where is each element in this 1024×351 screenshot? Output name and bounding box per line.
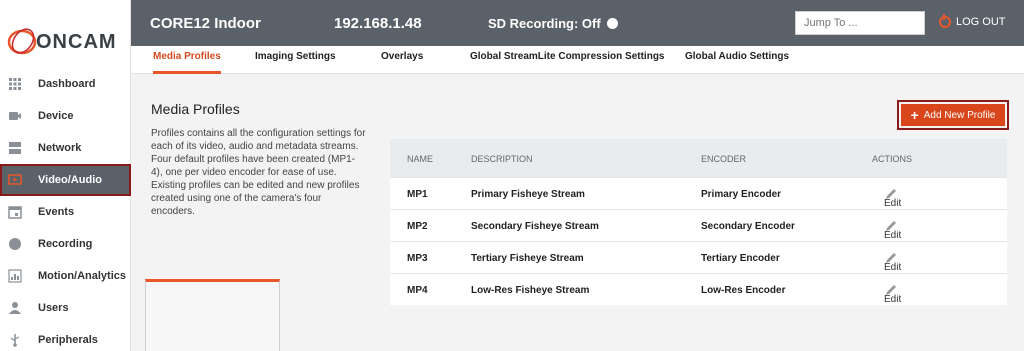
cell-description: Low-Res Fisheye Stream bbox=[471, 285, 590, 296]
cell-description: Tertiary Fisheye Stream bbox=[471, 253, 584, 264]
edit-link[interactable]: Edit bbox=[884, 251, 901, 273]
plus-icon: + bbox=[910, 107, 919, 123]
add-button-highlight: + Add New Profile bbox=[897, 100, 1009, 130]
device-ip: 192.168.1.48 bbox=[334, 15, 422, 32]
recording-icon bbox=[9, 238, 21, 250]
cell-description: Secondary Fisheye Stream bbox=[471, 221, 599, 232]
edit-link[interactable]: Edit bbox=[884, 187, 901, 209]
sidebar-item-label: Network bbox=[38, 142, 82, 154]
sidebar-item-label: Motion/Analytics bbox=[38, 270, 127, 282]
sidebar-item-dashboard[interactable]: Dashboard bbox=[0, 68, 131, 100]
cell-encoder: Tertiary Encoder bbox=[701, 253, 780, 264]
sd-recording-toggle-icon[interactable] bbox=[606, 18, 618, 29]
logo-swirl-icon bbox=[7, 28, 37, 55]
tab-media-profiles[interactable]: Media Profiles bbox=[153, 46, 221, 74]
edit-label: Edit bbox=[884, 262, 902, 273]
cell-encoder: Primary Encoder bbox=[701, 189, 782, 200]
device-name: CORE12 Indoor bbox=[150, 15, 261, 32]
table-header: NAME DESCRIPTION ENCODER ACTIONS bbox=[390, 139, 1007, 177]
table-row: MP3 Tertiary Fisheye Stream Tertiary Enc… bbox=[390, 241, 1007, 273]
sidebar: ONCAM Dashboard Device Network Video/Aud… bbox=[0, 0, 131, 351]
sidebar-item-label: Events bbox=[38, 206, 75, 218]
page-title: Media Profiles bbox=[151, 101, 240, 117]
tab-overlays[interactable]: Overlays bbox=[381, 46, 423, 74]
table-row: MP1 Primary Fisheye Stream Primary Encod… bbox=[390, 177, 1007, 209]
header-encoder: ENCODER bbox=[701, 154, 747, 164]
edit-link[interactable]: Edit bbox=[884, 283, 901, 305]
header-description: DESCRIPTION bbox=[471, 154, 533, 164]
device-icon bbox=[9, 112, 21, 120]
sidebar-item-label: Users bbox=[38, 302, 69, 314]
sidebar-item-peripherals[interactable]: Peripherals bbox=[0, 324, 131, 351]
cell-name: MP1 bbox=[407, 189, 428, 200]
network-icon bbox=[9, 142, 21, 154]
add-new-profile-button[interactable]: + Add New Profile bbox=[901, 104, 1005, 126]
tab-global-audio-settings[interactable]: Global Audio Settings bbox=[685, 46, 789, 74]
sidebar-nav: Dashboard Device Network Video/Audio Eve… bbox=[0, 68, 131, 351]
table-row: MP4 Low-Res Fisheye Stream Low-Res Encod… bbox=[390, 273, 1007, 305]
logout-button[interactable]: LOG OUT bbox=[939, 14, 1006, 28]
sidebar-item-label: Recording bbox=[38, 238, 93, 250]
analytics-icon bbox=[8, 269, 22, 283]
sidebar-item-video-audio[interactable]: Video/Audio bbox=[0, 164, 131, 196]
logo-text: ONCAM bbox=[36, 31, 117, 53]
sidebar-item-network[interactable]: Network bbox=[0, 132, 131, 164]
cell-encoder: Low-Res Encoder bbox=[701, 285, 786, 296]
sidebar-item-users[interactable]: Users bbox=[0, 292, 131, 324]
logout-label: LOG OUT bbox=[956, 16, 1006, 28]
edit-label: Edit bbox=[884, 294, 902, 305]
video-icon bbox=[8, 174, 22, 185]
tab-imaging-settings[interactable]: Imaging Settings bbox=[255, 46, 336, 74]
cell-name: MP4 bbox=[407, 285, 428, 296]
page-description: Profiles contains all the configuration … bbox=[151, 128, 366, 217]
oncam-logo[interactable]: ONCAM bbox=[6, 24, 126, 58]
header-actions: ACTIONS bbox=[872, 154, 913, 164]
edit-label: Edit bbox=[884, 198, 902, 209]
top-bar: CORE12 Indoor 192.168.1.48 SD Recording:… bbox=[131, 0, 1024, 46]
dashboard-icon bbox=[9, 78, 21, 90]
preview-panel bbox=[145, 279, 280, 351]
sidebar-item-events[interactable]: Events bbox=[0, 196, 131, 228]
sd-recording-label: SD Recording: Off bbox=[488, 16, 601, 31]
events-icon bbox=[8, 206, 22, 219]
power-icon bbox=[939, 14, 951, 28]
tab-global-streamlite-compression[interactable]: Global StreamLite Compression Settings bbox=[470, 46, 664, 74]
cell-encoder: Secondary Encoder bbox=[701, 221, 795, 232]
sd-recording-status[interactable]: SD Recording: Off bbox=[488, 16, 618, 31]
sidebar-item-recording[interactable]: Recording bbox=[0, 228, 131, 260]
tab-bar: Media Profiles Imaging Settings Overlays… bbox=[131, 46, 1024, 74]
users-icon bbox=[9, 302, 21, 314]
usb-icon bbox=[10, 334, 20, 347]
edit-link[interactable]: Edit bbox=[884, 219, 901, 241]
cell-name: MP2 bbox=[407, 221, 428, 232]
sidebar-item-device[interactable]: Device bbox=[0, 100, 131, 132]
header-name: NAME bbox=[407, 154, 434, 164]
jump-to-input[interactable] bbox=[795, 11, 925, 35]
add-new-profile-label: Add New Profile bbox=[923, 109, 996, 121]
sidebar-item-label: Device bbox=[38, 110, 74, 122]
sidebar-item-label: Video/Audio bbox=[38, 174, 102, 186]
table-row: MP2 Secondary Fisheye Stream Secondary E… bbox=[390, 209, 1007, 241]
cell-name: MP3 bbox=[407, 253, 428, 264]
profiles-table: NAME DESCRIPTION ENCODER ACTIONS MP1 Pri… bbox=[390, 139, 1007, 305]
sidebar-item-motion-analytics[interactable]: Motion/Analytics bbox=[0, 260, 131, 292]
sidebar-item-label: Dashboard bbox=[38, 78, 96, 90]
edit-label: Edit bbox=[884, 230, 902, 241]
sidebar-item-label: Peripherals bbox=[38, 334, 98, 346]
cell-description: Primary Fisheye Stream bbox=[471, 189, 585, 200]
